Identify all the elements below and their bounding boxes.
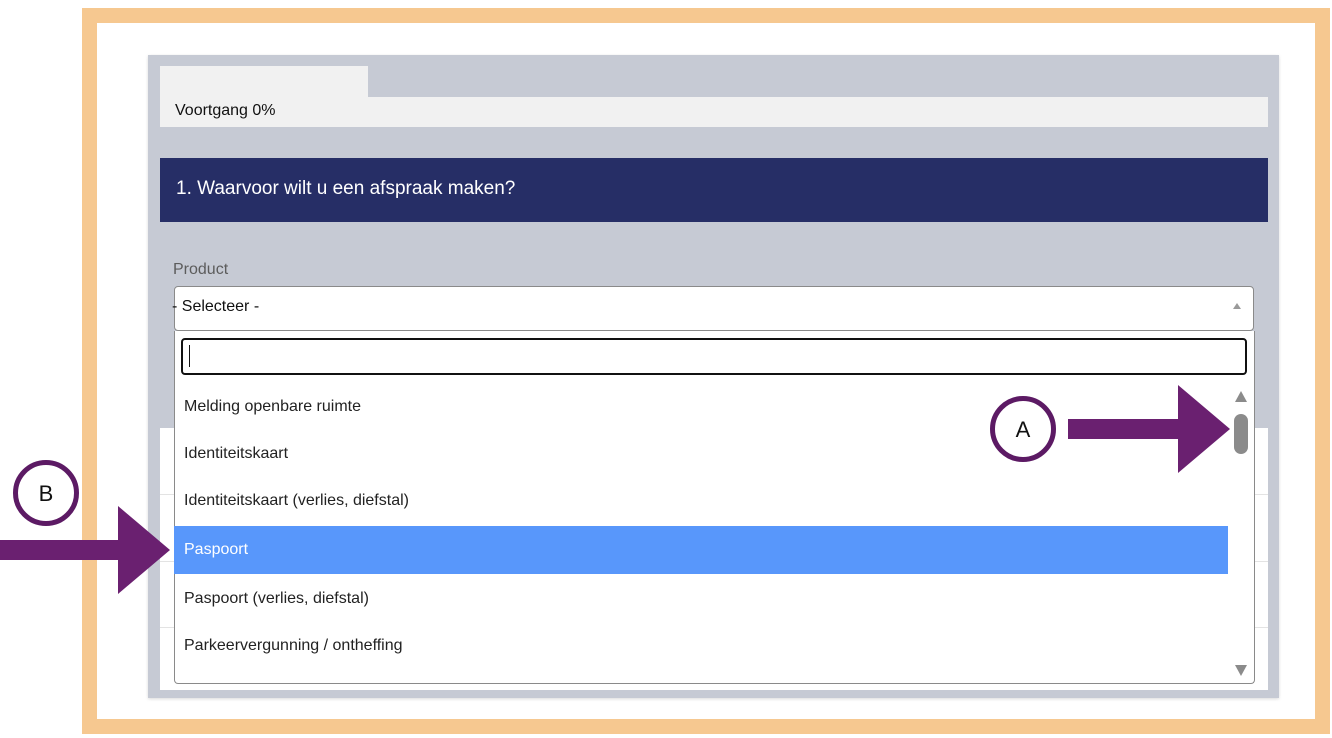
progress-bar [160,97,1268,127]
progress-tab [160,66,368,98]
question-title: 1. Waarvoor wilt u een afspraak maken? [176,178,516,199]
option-identiteitskaart-verlies[interactable]: Identiteitskaart (verlies, diefstal) [174,477,1228,525]
product-select-value: - Selecteer - [172,298,260,315]
option-paspoort[interactable]: Paspoort [174,526,1228,574]
annotation-marker-b: B [13,460,79,526]
scrollbar-thumb[interactable] [1234,414,1248,454]
dropdown-search-input[interactable] [181,338,1247,375]
arrow-a-shape [1068,385,1230,473]
scroll-down-icon[interactable] [1235,665,1247,676]
progress-label: Voortgang 0% [175,102,276,119]
product-select[interactable] [174,286,1254,331]
caret-up-icon[interactable] [1233,303,1241,309]
option-parkeervergunning[interactable]: Parkeervergunning / ontheffing [174,622,1228,670]
text-cursor [189,345,190,367]
product-label: Product [173,261,229,278]
scroll-up-icon[interactable] [1235,391,1247,402]
option-paspoort-verlies[interactable]: Paspoort (verlies, diefstal) [174,575,1228,623]
annotation-marker-a: A [990,396,1056,462]
arrow-a-icon [1068,385,1230,473]
